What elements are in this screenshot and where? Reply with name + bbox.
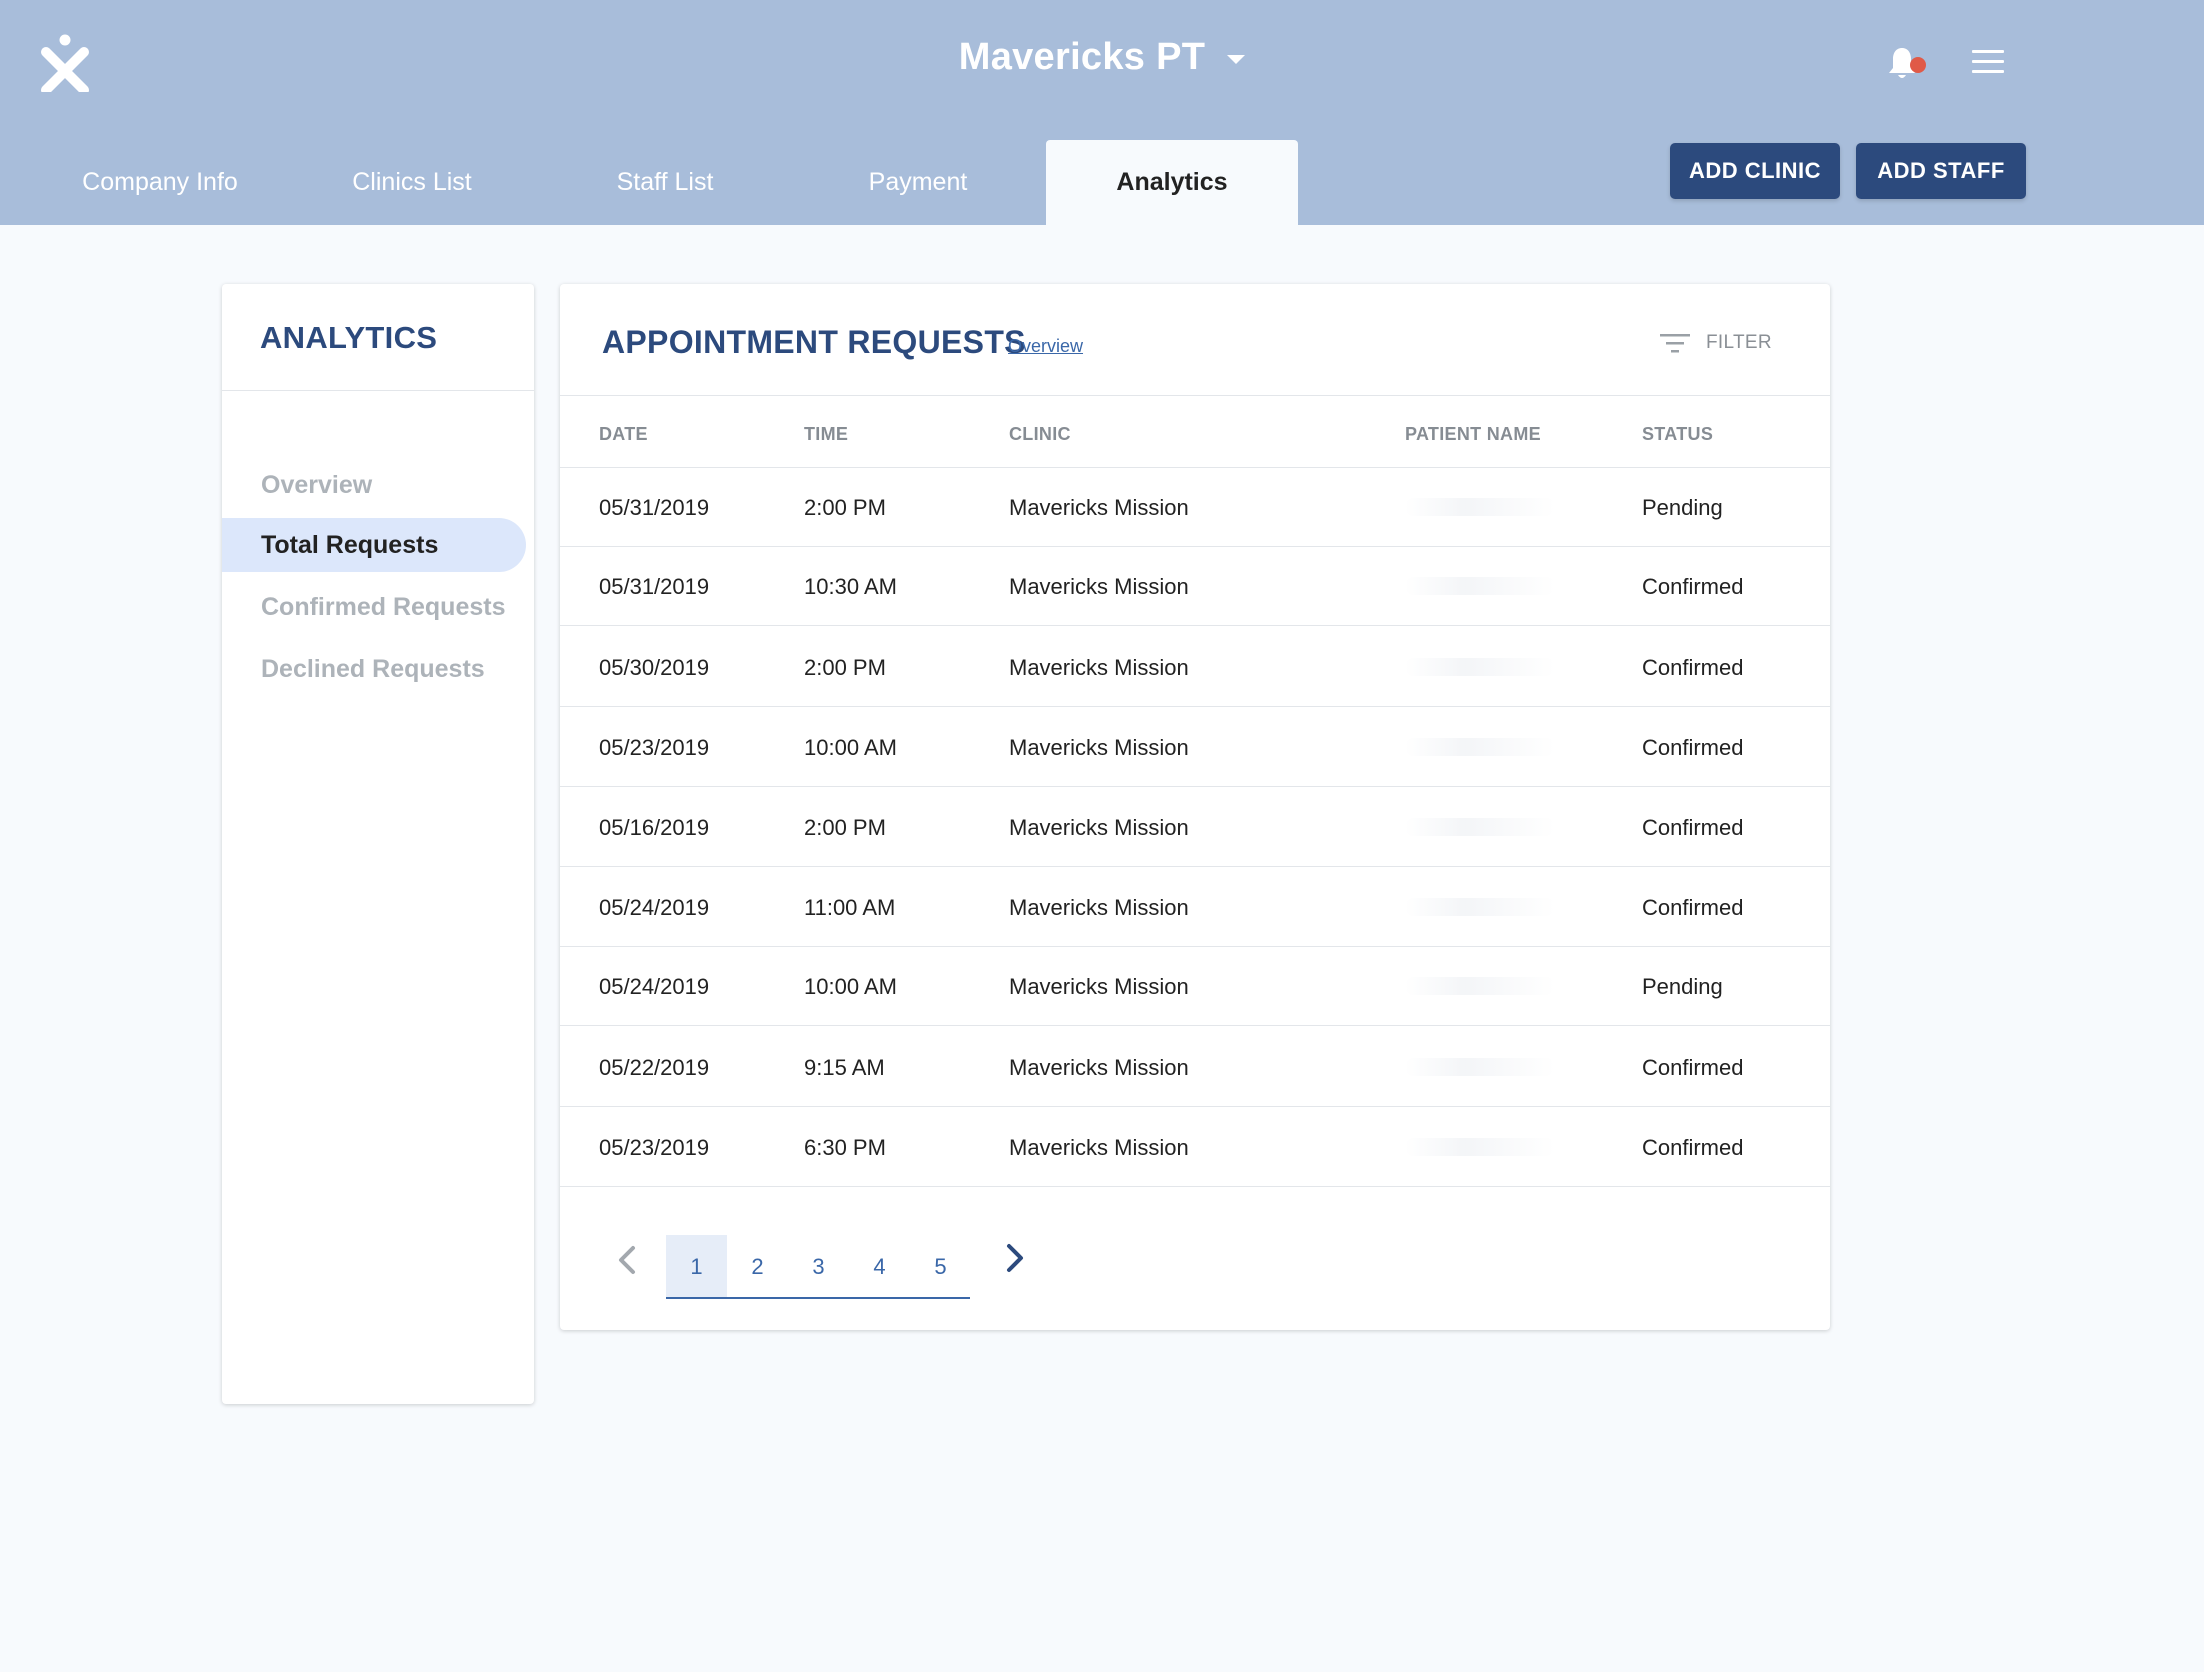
cell-clinic: Mavericks Mission — [1009, 894, 1189, 920]
column-header-time[interactable]: TIME — [804, 424, 848, 445]
cell-patient-name-redacted — [1405, 498, 1555, 516]
cell-date: 05/23/2019 — [599, 734, 710, 760]
cell-date: 05/24/2019 — [599, 894, 710, 920]
caret-down-icon — [1227, 55, 1246, 64]
table-row[interactable]: 05/23/2019 10:00 AM Mavericks Mission Confi… — [560, 708, 1830, 787]
table-row[interactable]: 05/24/2019 11:00 AM Mavericks Mission Confi… — [560, 868, 1830, 947]
sidebar-item-declined-requests[interactable]: Declined Requests — [222, 642, 526, 696]
cell-patient-name-redacted — [1405, 577, 1555, 595]
cell-patient-name-redacted — [1405, 738, 1555, 756]
cell-clinic: Mavericks Mission — [1009, 734, 1189, 760]
cell-clinic: Mavericks Mission — [1009, 494, 1189, 520]
table-row[interactable]: 05/16/2019 2:00 PM Mavericks Mission Confir… — [560, 788, 1830, 867]
cell-patient-name-redacted — [1405, 658, 1555, 676]
cell-clinic: Mavericks Mission — [1009, 1134, 1189, 1160]
top-header: Mavericks PT Company Info Clinics List S… — [0, 0, 2204, 225]
tab-company-info[interactable]: Company Info — [34, 140, 286, 225]
table-row[interactable]: 05/24/2019 10:00 AM Mavericks Mission Pendi… — [560, 947, 1830, 1026]
tab-staff-list[interactable]: Staff List — [539, 140, 791, 225]
sidebar-divider — [222, 390, 534, 391]
cell-time: 11:00 AM — [804, 894, 896, 920]
tab-clinics-list[interactable]: Clinics List — [286, 140, 538, 225]
cell-date: 05/31/2019 — [599, 494, 710, 520]
analytics-sidebar: ANALYTICS Overview Total Requests Confir… — [222, 284, 534, 1404]
column-header-date[interactable]: DATE — [599, 424, 648, 445]
sidebar-item-overview[interactable]: Overview — [222, 458, 526, 512]
filter-label: FILTER — [1706, 332, 1772, 353]
cell-status: Confirmed — [1642, 1054, 1744, 1080]
cell-time: 10:00 AM — [804, 734, 897, 760]
cell-status: Confirmed — [1642, 734, 1744, 760]
table-row[interactable]: 05/23/2019 6:30 PM Mavericks Mission Confir… — [560, 1108, 1830, 1187]
cell-clinic: Mavericks Mission — [1009, 573, 1189, 599]
sidebar-item-total-requests[interactable]: Total Requests — [222, 518, 526, 572]
page-button-5[interactable]: 5 — [910, 1235, 971, 1299]
cell-patient-name-redacted — [1405, 1058, 1555, 1076]
tab-analytics[interactable]: Analytics — [1046, 140, 1298, 225]
bell-icon[interactable] — [1884, 44, 1930, 84]
cell-clinic: Mavericks Mission — [1009, 1054, 1189, 1080]
hamburger-menu-icon[interactable] — [1972, 50, 2004, 74]
cell-status: Pending — [1642, 494, 1723, 520]
cell-status: Pending — [1642, 973, 1723, 999]
add-staff-button[interactable]: ADD STAFF — [1856, 143, 2026, 199]
column-header-patient-name[interactable]: PATIENT NAME — [1405, 424, 1541, 445]
cell-clinic: Mavericks Mission — [1009, 973, 1189, 999]
cell-status: Confirmed — [1642, 814, 1744, 840]
cell-date: 05/31/2019 — [599, 573, 710, 599]
cell-time: 10:30 AM — [804, 573, 897, 599]
cell-status: Confirmed — [1642, 1134, 1744, 1160]
cell-time: 2:00 PM — [804, 814, 886, 840]
cell-time: 9:15 AM — [804, 1054, 885, 1080]
cell-time: 10:00 AM — [804, 973, 897, 999]
page-button-3[interactable]: 3 — [788, 1235, 849, 1299]
page-button-1[interactable]: 1 — [666, 1235, 727, 1299]
tab-payment[interactable]: Payment — [792, 140, 1044, 225]
company-selector[interactable]: Mavericks PT — [0, 36, 2204, 79]
pagination-underline — [666, 1297, 970, 1299]
table-top-divider — [560, 395, 1830, 396]
filter-lines-icon — [1660, 334, 1690, 353]
cell-date: 05/22/2019 — [599, 1054, 710, 1080]
overview-link[interactable]: Overview — [1008, 336, 1083, 357]
cell-status: Confirmed — [1642, 894, 1744, 920]
cell-time: 6:30 PM — [804, 1134, 886, 1160]
cell-status: Confirmed — [1642, 573, 1744, 599]
appointment-requests-card: APPOINTMENT REQUESTS Overview FILTER DAT… — [560, 284, 1830, 1330]
page-button-2[interactable]: 2 — [727, 1235, 788, 1299]
table-row[interactable]: 05/22/2019 9:15 AM Mavericks Mission Confir… — [560, 1028, 1830, 1107]
cell-patient-name-redacted — [1405, 977, 1555, 995]
table-row[interactable]: 05/30/2019 2:00 PM Mavericks Mission Confir… — [560, 628, 1830, 707]
page-title: APPOINTMENT REQUESTS — [602, 324, 1026, 360]
table-row[interactable]: 05/31/2019 10:30 AM Mavericks Mission Confi… — [560, 547, 1830, 626]
cell-patient-name-redacted — [1405, 898, 1555, 916]
cell-date: 05/16/2019 — [599, 814, 710, 840]
cell-status: Confirmed — [1642, 654, 1744, 680]
cell-time: 2:00 PM — [804, 654, 886, 680]
cell-patient-name-redacted — [1405, 818, 1555, 836]
cell-clinic: Mavericks Mission — [1009, 814, 1189, 840]
cell-date: 05/24/2019 — [599, 973, 710, 999]
chevron-right-icon[interactable] — [994, 1238, 1034, 1278]
filter-button[interactable]: FILTER — [1660, 332, 1772, 354]
cell-patient-name-redacted — [1405, 1138, 1555, 1156]
add-clinic-button[interactable]: ADD CLINIC — [1670, 143, 1840, 199]
cell-date: 05/30/2019 — [599, 654, 710, 680]
cell-time: 2:00 PM — [804, 494, 886, 520]
column-header-clinic[interactable]: CLINIC — [1009, 424, 1071, 445]
cell-date: 05/23/2019 — [599, 1134, 710, 1160]
chevron-left-icon[interactable] — [608, 1240, 648, 1280]
page-button-4[interactable]: 4 — [849, 1235, 910, 1299]
cell-clinic: Mavericks Mission — [1009, 654, 1189, 680]
company-name: Mavericks PT — [958, 36, 1206, 78]
table-row[interactable]: 05/31/2019 2:00 PM Mavericks Mission Pendin… — [560, 468, 1830, 547]
sidebar-title: ANALYTICS — [260, 320, 438, 355]
column-header-status[interactable]: STATUS — [1642, 424, 1713, 445]
sidebar-item-confirmed-requests[interactable]: Confirmed Requests — [222, 580, 526, 634]
